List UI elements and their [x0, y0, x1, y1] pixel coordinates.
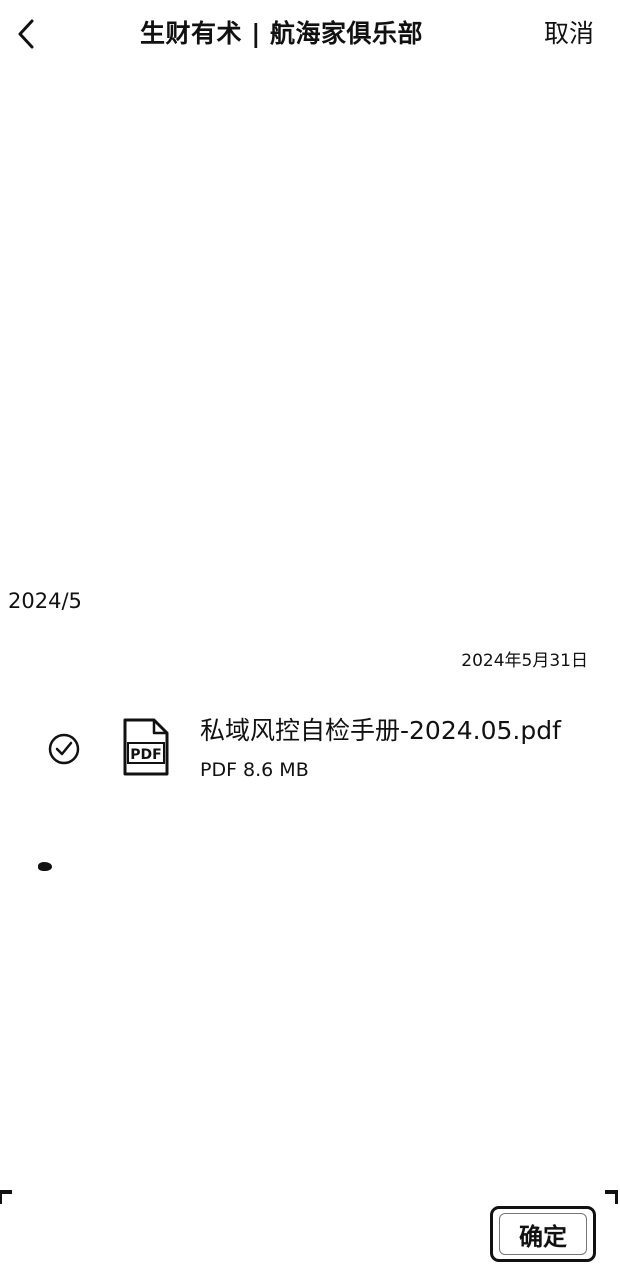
- confirm-button-label: 确定: [519, 1222, 567, 1251]
- confirm-button[interactable]: 确定: [490, 1206, 596, 1262]
- file-name[interactable]: 私域风控自检手册-2024.05.pdf: [200, 712, 561, 750]
- date-label: 2024年5月31日: [461, 651, 588, 671]
- image-artifact: [38, 862, 52, 871]
- chevron-left-icon: [18, 19, 34, 49]
- pdf-file-icon: PDF: [123, 718, 169, 776]
- top-bar: 生财有术 | 航海家俱乐部 取消: [0, 0, 620, 68]
- cancel-button[interactable]: 取消: [544, 14, 594, 54]
- panel-corner-left: [0, 1190, 12, 1204]
- page-title: 生财有术 | 航海家俱乐部: [140, 19, 424, 48]
- file-list-item[interactable]: PDF 私域风控自检手册-2024.05.pdf PDF 8.6 MB: [0, 700, 620, 800]
- panel-corner-right: [605, 1190, 618, 1204]
- file-meta: PDF 8.6 MB: [200, 759, 309, 781]
- back-button[interactable]: [8, 12, 44, 56]
- pdf-icon-label: PDF: [130, 747, 161, 763]
- selected-check-icon[interactable]: [47, 732, 81, 766]
- month-section-label: 2024/5: [8, 589, 82, 613]
